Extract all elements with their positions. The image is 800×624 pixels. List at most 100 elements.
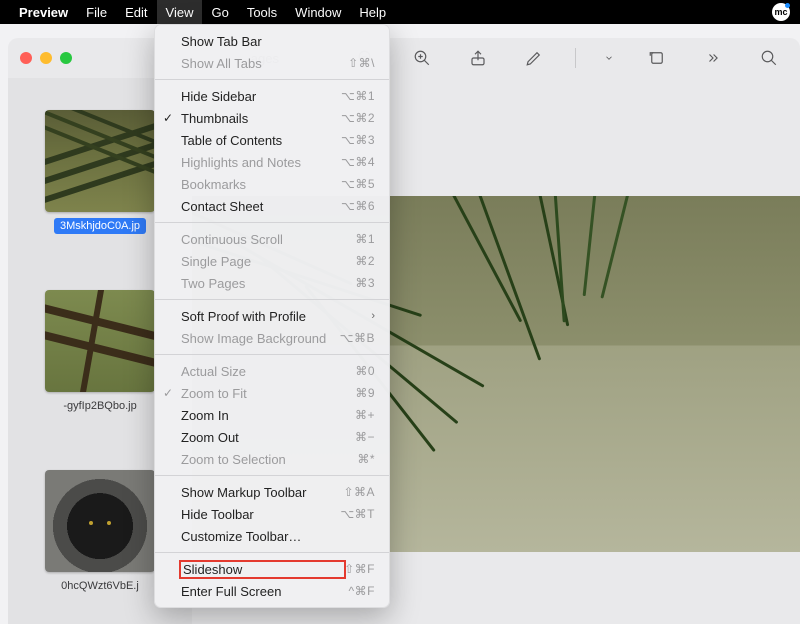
chevron-down-icon[interactable]: [602, 43, 616, 73]
menu-item-zoom-in[interactable]: Zoom In⌘+: [155, 404, 389, 426]
menu-separator: [155, 552, 389, 553]
minimize-button[interactable]: [40, 52, 52, 64]
menu-item-label: Bookmarks: [181, 177, 341, 192]
menu-shortcut: ⌥⌘T: [340, 507, 375, 521]
menu-shortcut: ⌘0: [355, 364, 375, 378]
menu-shortcut: ⌘+: [355, 408, 375, 422]
menu-item-label: Thumbnails: [181, 111, 341, 126]
menu-shortcut: ⌘2: [355, 254, 375, 268]
markup-icon[interactable]: [519, 43, 549, 73]
menu-go[interactable]: Go: [202, 0, 237, 24]
menu-separator: [155, 354, 389, 355]
menu-shortcut: ^⌘F: [349, 584, 375, 598]
window-body: 3MskhjdoC0A.jp -gyfIp2BQbo.jp 0hcQWzt6Vb…: [8, 78, 800, 624]
menu-item-show-image-background: Show Image Background⌥⌘B: [155, 327, 389, 349]
menu-item-single-page: Single Page⌘2: [155, 250, 389, 272]
menu-item-thumbnails[interactable]: ✓ Thumbnails⌥⌘2: [155, 107, 389, 129]
menu-item-label: Continuous Scroll: [181, 232, 355, 247]
menu-shortcut: ⌘3: [355, 276, 375, 290]
menu-shortcut: ⌥⌘2: [341, 111, 375, 125]
menu-item-label: Single Page: [181, 254, 355, 269]
menu-separator: [155, 475, 389, 476]
menu-item-zoom-to-fit: ✓ Zoom to Fit⌘9: [155, 382, 389, 404]
menu-shortcut: ⌥⌘5: [341, 177, 375, 191]
menu-window[interactable]: Window: [286, 0, 350, 24]
menu-shortcut: ⌥⌘6: [341, 199, 375, 213]
menu-item-label: Show Markup Toolbar: [181, 485, 343, 500]
menu-item-label: Zoom In: [181, 408, 355, 423]
preview-window: 3MskhjdoC0A.jp -gyfIp2BQbo.jp 0hcQWzt6Vb…: [8, 38, 800, 624]
menu-item-label: Slideshow: [181, 562, 344, 577]
menu-item-hide-toolbar[interactable]: Hide Toolbar⌥⌘T: [155, 503, 389, 525]
thumbnail-image[interactable]: [45, 110, 155, 212]
menu-shortcut: ⇧⌘\: [348, 56, 375, 70]
menu-separator: [155, 299, 389, 300]
menu-shortcut: ⇧⌘A: [343, 485, 375, 499]
menu-shortcut: ⌥⌘4: [341, 155, 375, 169]
close-button[interactable]: [20, 52, 32, 64]
menu-item-zoom-to-selection: Zoom to Selection⌘*: [155, 448, 389, 470]
menu-tools[interactable]: Tools: [238, 0, 286, 24]
menu-item-label: Actual Size: [181, 364, 355, 379]
menu-item-table-of-contents[interactable]: Table of Contents⌥⌘3: [155, 129, 389, 151]
menu-shortcut: ⌥⌘B: [340, 331, 375, 345]
thumbnail-label[interactable]: 0hcQWzt6VbE.j: [55, 578, 145, 594]
thumbnail-label[interactable]: 3MskhjdoC0A.jp: [54, 218, 146, 234]
menu-item-show-tab-bar[interactable]: Show Tab Bar: [155, 30, 389, 52]
thumbnail-label[interactable]: -gyfIp2BQbo.jp: [57, 398, 142, 414]
status-menu-icon[interactable]: mc: [772, 3, 790, 21]
menu-item-label: Table of Contents: [181, 133, 341, 148]
menu-shortcut: ⌘1: [355, 232, 375, 246]
notification-dot-icon: [785, 3, 790, 8]
fullscreen-button[interactable]: [60, 52, 72, 64]
menu-item-label: Show All Tabs: [181, 56, 348, 71]
menu-shortcut: ⌘*: [357, 452, 375, 466]
menu-item-label: Zoom to Fit: [181, 386, 355, 401]
menu-item-continuous-scroll: Continuous Scroll⌘1: [155, 228, 389, 250]
menu-shortcut: ⌘9: [355, 386, 375, 400]
menu-item-label: Show Tab Bar: [181, 34, 375, 49]
system-menubar: Preview File Edit View Go Tools Window H…: [0, 0, 800, 24]
menu-item-label: Contact Sheet: [181, 199, 341, 214]
checkmark-icon: ✓: [163, 111, 173, 125]
menu-item-show-markup-toolbar[interactable]: Show Markup Toolbar⇧⌘A: [155, 481, 389, 503]
menu-item-show-all-tabs: Show All Tabs⇧⌘\: [155, 52, 389, 74]
menu-item-label: Enter Full Screen: [181, 584, 349, 599]
menu-view[interactable]: View: [157, 0, 203, 24]
menu-item-enter-full-screen[interactable]: Enter Full Screen^⌘F: [155, 580, 389, 602]
menu-separator: [155, 222, 389, 223]
search-icon[interactable]: [754, 43, 784, 73]
view-menu-dropdown: Show Tab Bar Show All Tabs⇧⌘\ Hide Sidebar…: [154, 24, 390, 608]
menu-edit[interactable]: Edit: [116, 0, 156, 24]
menu-item-label: Zoom Out: [181, 430, 355, 445]
menu-item-actual-size: Actual Size⌘0: [155, 360, 389, 382]
thumbnail-image[interactable]: [45, 290, 155, 392]
app-name[interactable]: Preview: [10, 5, 77, 20]
more-icon[interactable]: [698, 43, 728, 73]
rotate-icon[interactable]: [642, 43, 672, 73]
menu-item-label: Show Image Background: [181, 331, 340, 346]
zoom-in-icon[interactable]: [407, 43, 437, 73]
status-badge-text: mc: [774, 7, 787, 17]
menu-item-soft-proof-with-profile[interactable]: Soft Proof with Profile›: [155, 305, 389, 327]
menu-file[interactable]: File: [77, 0, 116, 24]
menu-item-contact-sheet[interactable]: Contact Sheet⌥⌘6: [155, 195, 389, 217]
menu-item-two-pages: Two Pages⌘3: [155, 272, 389, 294]
menu-item-slideshow[interactable]: Slideshow⇧⌘F: [155, 558, 389, 580]
menu-item-label: Two Pages: [181, 276, 355, 291]
menu-item-label: Hide Sidebar: [181, 89, 341, 104]
menu-shortcut: ⇧⌘F: [344, 562, 375, 576]
menu-item-zoom-out[interactable]: Zoom Out⌘−: [155, 426, 389, 448]
traffic-lights: [20, 52, 72, 64]
menu-item-customize-toolbar[interactable]: Customize Toolbar…: [155, 525, 389, 547]
menubar-left: Preview File Edit View Go Tools Window H…: [10, 0, 395, 24]
checkmark-icon: ✓: [163, 386, 173, 400]
menu-item-label: Hide Toolbar: [181, 507, 340, 522]
menu-shortcut: ⌘−: [355, 430, 375, 444]
menu-item-label: Soft Proof with Profile: [181, 309, 371, 324]
thumbnail-image[interactable]: [45, 470, 155, 572]
menu-help[interactable]: Help: [350, 0, 395, 24]
menu-item-label: Customize Toolbar…: [181, 529, 375, 544]
share-icon[interactable]: [463, 43, 493, 73]
menu-item-hide-sidebar[interactable]: Hide Sidebar⌥⌘1: [155, 85, 389, 107]
